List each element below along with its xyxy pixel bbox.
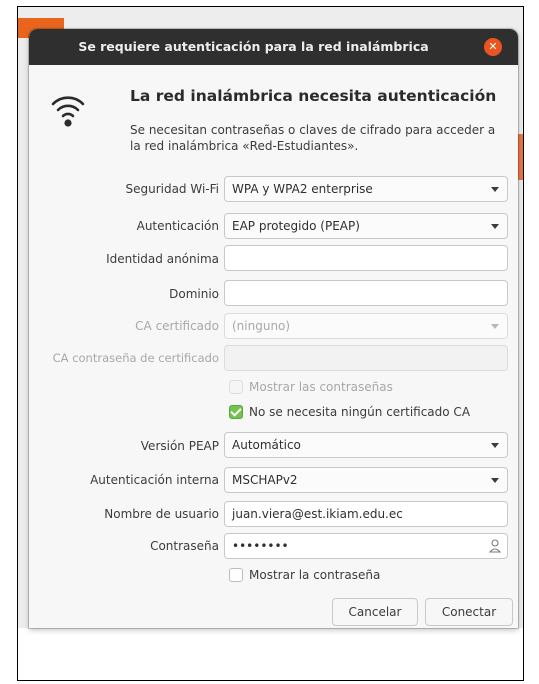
chevron-down-icon (491, 187, 499, 192)
username-value: juan.viera@est.ikiam.edu.ec (232, 507, 403, 521)
dialog-heading: La red inalámbrica necesita autenticació… (130, 87, 497, 105)
wifi-security-label: Seguridad Wi-Fi (125, 182, 219, 196)
peap-version-label: Versión PEAP (140, 439, 219, 453)
chevron-down-icon (491, 443, 499, 448)
show-passwords-label: Mostrar las contraseñas (249, 380, 393, 394)
peap-version-select[interactable]: Automático (224, 432, 508, 458)
ca-cert-password-label: CA contraseña de certificado (52, 351, 219, 365)
show-password-checkbox[interactable] (229, 568, 243, 582)
show-passwords-checkbox[interactable] (229, 380, 243, 394)
connect-button[interactable]: Conectar (425, 598, 513, 626)
close-button[interactable]: ✕ (484, 38, 502, 56)
inner-auth-label: Autenticación interna (90, 473, 219, 487)
anonymous-identity-label: Identidad anónima (106, 252, 219, 266)
wifi-security-select[interactable]: WPA y WPA2 enterprise (224, 176, 508, 202)
ca-certificate-select[interactable]: (ninguno) (224, 313, 508, 339)
inner-auth-select[interactable]: MSCHAPv2 (224, 467, 508, 493)
authentication-select[interactable]: EAP protegido (PEAP) (224, 213, 508, 239)
no-ca-cert-checkbox[interactable] (229, 405, 243, 419)
domain-label: Dominio (169, 287, 219, 301)
username-label: Nombre de usuario (104, 507, 219, 521)
peap-version-value: Automático (232, 438, 301, 452)
close-icon: ✕ (488, 40, 498, 53)
authentication-label: Autenticación (136, 219, 219, 233)
password-input[interactable]: •••••••• (224, 533, 508, 559)
cancel-button[interactable]: Cancelar (332, 598, 418, 626)
ca-cert-password-input[interactable] (224, 345, 508, 371)
chevron-down-icon (491, 224, 499, 229)
username-input[interactable]: juan.viera@est.ikiam.edu.ec (224, 501, 508, 527)
anonymous-identity-input[interactable] (224, 245, 508, 271)
inner-auth-value: MSCHAPv2 (232, 473, 298, 487)
ca-certificate-label: CA certificado (135, 319, 219, 333)
title-bar[interactable]: Se requiere autenticación para la red in… (29, 29, 518, 65)
user-icon[interactable] (489, 539, 501, 553)
show-password-label: Mostrar la contraseña (249, 568, 381, 582)
dialog-description: Se necesitan contraseñas o claves de cif… (130, 123, 496, 153)
window-title: Se requiere autenticación para la red in… (78, 39, 429, 54)
chevron-down-icon (491, 478, 499, 483)
password-label: Contraseña (150, 539, 219, 553)
authentication-value: EAP protegido (PEAP) (232, 219, 360, 233)
domain-input[interactable] (224, 280, 508, 306)
wifi-security-value: WPA y WPA2 enterprise (232, 182, 373, 196)
chevron-down-icon (491, 324, 499, 329)
ca-certificate-value: (ninguno) (232, 319, 291, 333)
wifi-icon (51, 96, 85, 127)
password-value: •••••••• (232, 539, 289, 553)
wifi-auth-dialog: Se requiere autenticación para la red in… (29, 29, 518, 628)
no-ca-cert-label: No se necesita ningún certificado CA (249, 405, 471, 419)
